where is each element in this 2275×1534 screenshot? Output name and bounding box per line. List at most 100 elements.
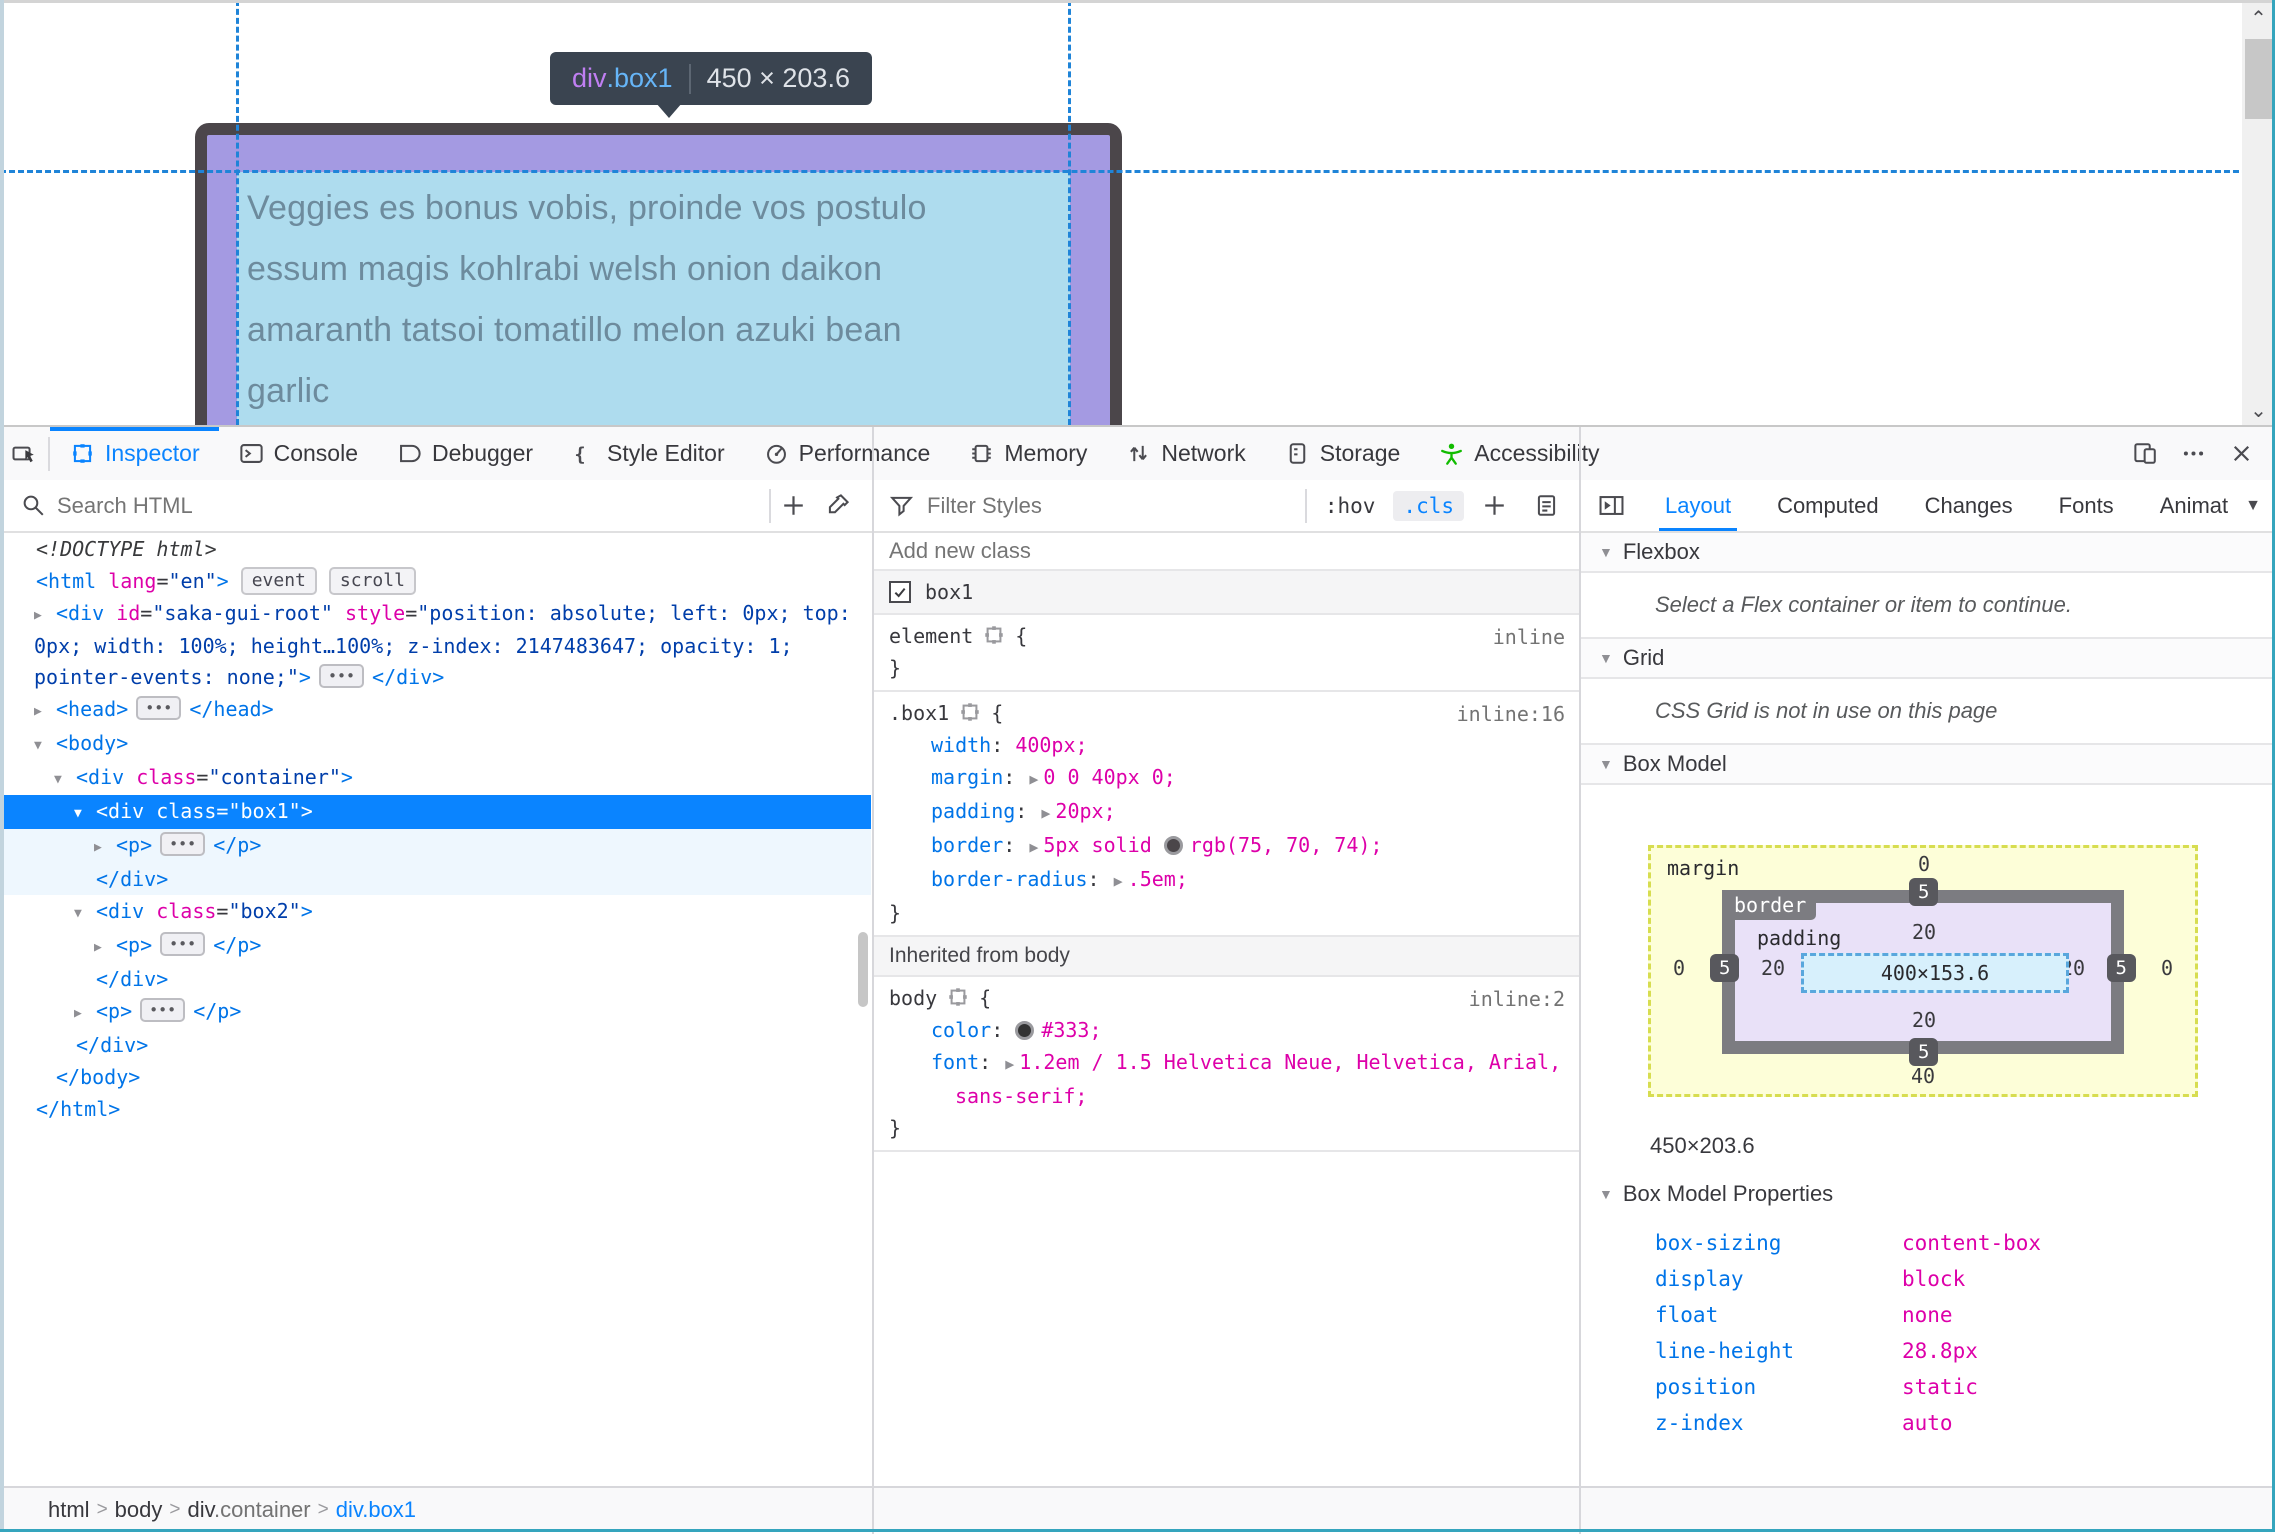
tab-memory[interactable]: Memory [949, 427, 1106, 480]
breadcrumb-item[interactable]: div.container [188, 1497, 311, 1523]
rule-selector[interactable]: body [889, 986, 937, 1010]
inline-text-ellipsis[interactable]: ••• [160, 932, 206, 956]
tree-row[interactable]: ▶ <head> ••• </head> [0, 693, 871, 727]
expand-twisty-icon[interactable]: ▶ [34, 696, 56, 727]
flexbox-section-header[interactable]: ▼ Flexbox [1581, 533, 2275, 573]
breadcrumb-item[interactable]: div.box1 [336, 1497, 416, 1523]
css-declaration[interactable]: border-radius: ▶ .5em; [889, 863, 1579, 897]
inline-text-ellipsis[interactable]: ••• [160, 832, 206, 856]
tree-row[interactable]: ▼ <div class="container"> [0, 761, 871, 795]
panel-separator[interactable] [1579, 427, 1581, 1534]
tab-inspector[interactable]: Inspector [50, 427, 219, 480]
inline-text-ellipsis[interactable]: ••• [136, 696, 182, 720]
pseudo-class-button[interactable]: :hov [1315, 491, 1386, 521]
eyedropper-button[interactable] [815, 484, 859, 528]
boxmodel-section-header[interactable]: ▼ Box Model [1581, 745, 2275, 785]
collapse-twisty-icon[interactable]: ▼ [54, 764, 76, 795]
scroll-up-icon[interactable]: ⌃ [2242, 3, 2275, 33]
css-declaration[interactable]: border: ▶ 5px solid rgb(75, 70, 74); [889, 829, 1579, 863]
expand-icon[interactable]: ▶ [1114, 872, 1123, 890]
markup-scrollbar-thumb[interactable] [858, 932, 868, 1007]
tab-storage[interactable]: Storage [1265, 427, 1420, 480]
tree-row[interactable]: </div> [0, 963, 871, 995]
breadcrumb-item[interactable]: body [115, 1497, 163, 1523]
css-declaration[interactable]: width: 400px; [889, 729, 1579, 761]
responsive-design-mode-button[interactable] [2121, 440, 2169, 467]
add-rule-button[interactable] [1472, 484, 1516, 528]
page-scrollbar[interactable]: ⌃ ⌄ [2242, 3, 2275, 425]
expand-twisty-icon[interactable]: ▶ [94, 832, 116, 863]
devtools-close-button[interactable] [2217, 440, 2265, 467]
inline-text-ellipsis[interactable]: ••• [318, 664, 365, 688]
property-name[interactable]: float [1655, 1297, 1902, 1333]
expand-twisty-icon[interactable]: ▶ [34, 600, 56, 631]
tab-performance[interactable]: Performance [744, 427, 950, 480]
tab-debugger[interactable]: Debugger [377, 427, 552, 480]
selector-highlighter-icon[interactable] [959, 700, 981, 722]
color-swatch[interactable] [1163, 836, 1183, 855]
expand-icon[interactable]: ▶ [1041, 804, 1050, 822]
property-name[interactable]: display [1655, 1261, 1902, 1297]
tree-row[interactable]: <!DOCTYPE html> [0, 533, 871, 565]
expand-twisty-icon[interactable]: ▶ [94, 932, 116, 963]
add-node-button[interactable] [771, 484, 815, 528]
collapse-twisty-icon[interactable]: ▼ [74, 798, 96, 829]
rule-source-link[interactable]: inline:16 [1457, 698, 1565, 730]
panel-separator[interactable] [872, 427, 874, 1534]
class-checkbox[interactable] [889, 581, 911, 603]
rule-source-link[interactable]: inline [1493, 621, 1565, 653]
scrollbar-thumb[interactable] [2245, 39, 2272, 119]
scroll-down-icon[interactable]: ⌄ [2242, 395, 2275, 425]
tab-accessibility[interactable]: Accessibility [1419, 427, 1618, 480]
tree-row[interactable]: ▶ <p> ••• </p> [0, 995, 871, 1029]
tree-row[interactable]: ▼ <div class="box2"> [0, 895, 871, 929]
tab-network[interactable]: Network [1106, 427, 1264, 480]
event-badge[interactable]: event [240, 567, 317, 595]
expand-icon[interactable]: ▶ [1005, 1055, 1014, 1073]
node-picker-button[interactable] [0, 427, 48, 480]
property-name[interactable]: line-height [1655, 1333, 1902, 1369]
grid-section-header[interactable]: ▼ Grid [1581, 639, 2275, 679]
sidebar-tab-changes[interactable]: Changes [1919, 480, 2019, 531]
property-name[interactable]: position [1655, 1369, 1902, 1405]
print-media-button[interactable] [1524, 484, 1568, 528]
rule-selector[interactable]: element [889, 624, 973, 648]
css-declaration[interactable]: font: ▶ 1.2em / 1.5 Helvetica Neue, Helve… [889, 1046, 1579, 1080]
add-class-input[interactable]: Add new class [889, 538, 1031, 564]
css-declaration[interactable]: margin: ▶ 0 0 40px 0; [889, 761, 1579, 795]
expand-twisty-icon[interactable]: ▶ [74, 998, 96, 1029]
tree-row[interactable]: </html> [0, 1093, 871, 1125]
rule-selector[interactable]: .box1 [889, 701, 949, 725]
property-name[interactable]: box-sizing [1655, 1225, 1902, 1261]
tree-row[interactable]: </div> [0, 863, 871, 895]
selector-highlighter-icon[interactable] [983, 623, 1005, 645]
rule-source-link[interactable]: inline:2 [1469, 983, 1565, 1015]
tab-console[interactable]: Console [219, 427, 377, 480]
tree-row[interactable]: ▶ <div id="saka-gui-root" style="position… [0, 597, 871, 693]
breadcrumb-item[interactable]: html [48, 1497, 90, 1523]
collapse-twisty-icon[interactable]: ▼ [34, 730, 56, 761]
expand-icon[interactable]: ▶ [1029, 838, 1038, 856]
box-model-properties-header[interactable]: ▼ Box Model Properties [1599, 1181, 1833, 1207]
tree-row[interactable]: </body> [0, 1061, 871, 1093]
sidebar-tab-computed[interactable]: Computed [1771, 480, 1885, 531]
sidebar-toggle-button[interactable] [1589, 484, 1633, 528]
tree-row[interactable]: </div> [0, 1029, 871, 1061]
selector-highlighter-icon[interactable] [947, 985, 969, 1007]
devtools-menu-button[interactable] [2169, 440, 2217, 467]
tree-row[interactable]: <html lang="en"> event scroll [0, 565, 871, 597]
tree-row[interactable]: ▶ <p> ••• </p> [0, 929, 871, 963]
filter-styles-input[interactable]: Filter Styles [927, 493, 1042, 519]
tree-row[interactable]: ▼ <div class="box1"> [0, 795, 871, 829]
scroll-badge[interactable]: scroll [328, 567, 416, 595]
expand-icon[interactable]: ▶ [1029, 770, 1038, 788]
sidebar-tab-layout[interactable]: Layout [1659, 480, 1738, 531]
tree-row[interactable]: ▶ <p> ••• </p> [0, 829, 871, 863]
class-panel-button[interactable]: .cls [1393, 490, 1464, 521]
collapse-twisty-icon[interactable]: ▼ [74, 898, 96, 929]
inline-text-ellipsis[interactable]: ••• [140, 998, 186, 1022]
search-input[interactable]: Search HTML [57, 493, 193, 519]
css-declaration[interactable]: color: #333; [889, 1014, 1579, 1046]
tab-styleeditor[interactable]: { } Style Editor [552, 427, 744, 480]
color-swatch[interactable] [1015, 1021, 1035, 1040]
